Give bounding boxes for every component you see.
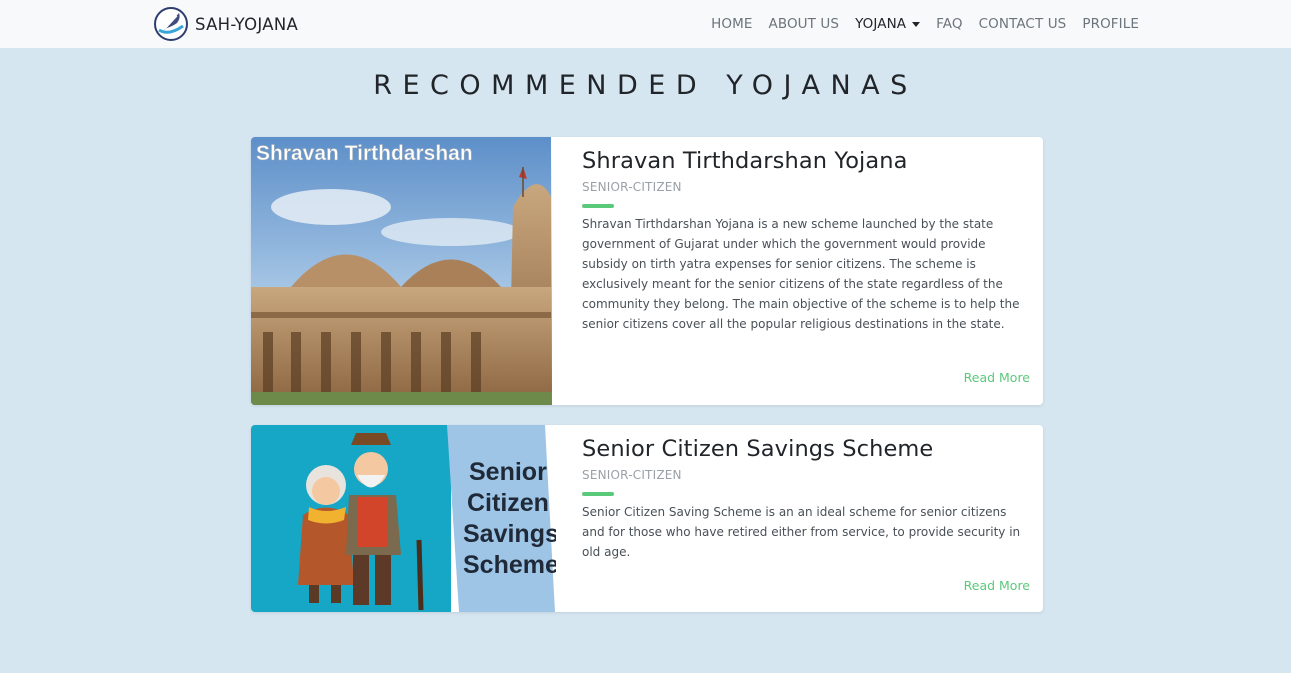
nav-item-home[interactable]: HOME xyxy=(711,16,752,32)
navbar: SAH-YOJANA HOME ABOUT US YOJANA FAQ CONT… xyxy=(0,0,1291,48)
card-category: SENIOR-CITIZEN xyxy=(582,180,682,194)
temple-image-caption: Shravan Tirthdarshan xyxy=(256,142,473,165)
nav-item-yojana-label: YOJANA xyxy=(855,16,907,32)
caption-line: Savings xyxy=(463,520,556,548)
caption-line: Citizen xyxy=(467,489,549,517)
card-body: Senior Citizen Savings Scheme SENIOR-CIT… xyxy=(582,425,1030,612)
caption-line: Scheme xyxy=(463,551,556,579)
brand-name: SAH-YOJANA xyxy=(195,14,299,34)
card-description: Senior Citizen Saving Scheme is an an id… xyxy=(582,505,1021,559)
nav-item-profile[interactable]: PROFILE xyxy=(1082,16,1139,32)
card-title: Shravan Tirthdarshan Yojana xyxy=(582,148,908,174)
nav-item-faq[interactable]: FAQ xyxy=(936,16,962,32)
read-more-link[interactable]: Read More xyxy=(964,370,1030,385)
card-category: SENIOR-CITIZEN xyxy=(582,468,682,482)
page-title: RECOMMENDED YOJANAS xyxy=(373,70,918,101)
card-body: Shravan Tirthdarshan Yojana SENIOR-CITIZ… xyxy=(582,137,1030,405)
caret-down-icon xyxy=(912,21,921,27)
senior-couple-image: Senior Citizen Savings Scheme xyxy=(251,425,556,612)
brand-logo-icon xyxy=(154,7,188,41)
yojana-card: Senior Citizen Savings Scheme Senior Cit… xyxy=(251,425,1043,612)
brand-link[interactable]: SAH-YOJANA xyxy=(153,6,298,42)
accent-divider xyxy=(582,492,614,496)
read-more-link[interactable]: Read More xyxy=(964,578,1030,593)
nav-item-yojana-dropdown[interactable]: YOJANA xyxy=(855,16,921,32)
yojana-card: Shravan Tirthdarshan Shravan Tirthdarsha… xyxy=(251,137,1043,405)
nav-menu: HOME ABOUT US YOJANA FAQ CONTACT US PROF… xyxy=(695,0,1139,48)
card-description: Shravan Tirthdarshan Yojana is a new sch… xyxy=(582,217,1020,331)
temple-image: Shravan Tirthdarshan xyxy=(251,137,569,405)
caption-line: Senior xyxy=(469,458,547,486)
accent-divider xyxy=(582,204,614,208)
card-title: Senior Citizen Savings Scheme xyxy=(582,436,934,462)
nav-item-about-us[interactable]: ABOUT US xyxy=(769,16,840,32)
nav-item-contact-us[interactable]: CONTACT US xyxy=(979,16,1067,32)
